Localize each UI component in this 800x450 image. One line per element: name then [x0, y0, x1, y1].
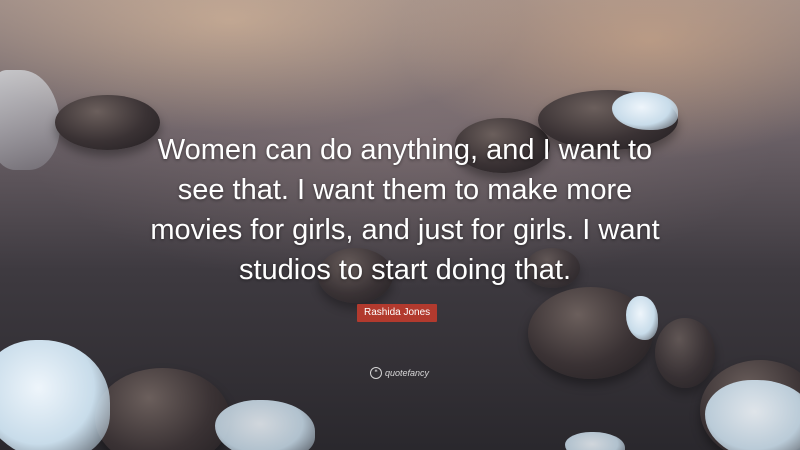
- snow-bottom-right-small: [565, 432, 625, 450]
- author-badge[interactable]: Rashida Jones: [357, 304, 438, 322]
- snow-bottom-left: [0, 340, 110, 450]
- rock-bottom-center: [95, 368, 230, 450]
- snow-bottom-right: [705, 380, 800, 450]
- brand-watermark: ❝ quotefancy: [370, 366, 429, 380]
- ice-sheet-left: [0, 70, 60, 170]
- quote-text: Women can do anything, and I want to see…: [150, 134, 660, 286]
- brand-name: quotefancy: [385, 368, 430, 378]
- rock-far-right: [655, 318, 715, 388]
- quote-background: Women can do anything, and I want to see…: [0, 0, 800, 450]
- quotefancy-logo-icon: ❝: [370, 367, 382, 379]
- snow-bottom-center: [215, 400, 315, 450]
